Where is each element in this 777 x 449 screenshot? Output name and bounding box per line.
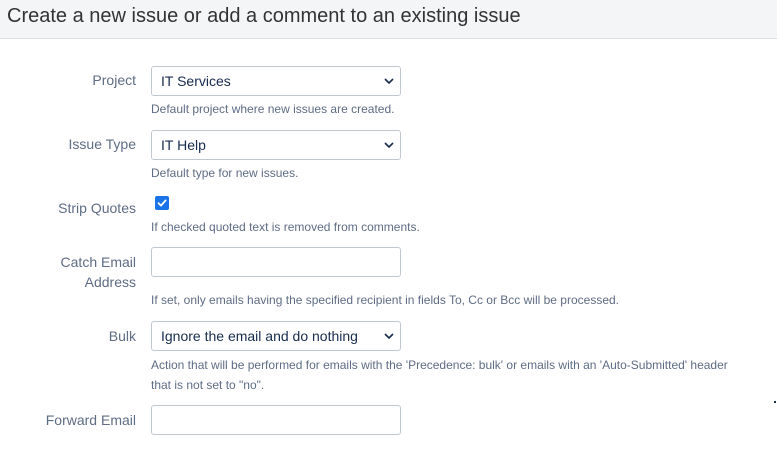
catch-email-description: If set, only emails having the specified…: [151, 293, 619, 307]
bulk-select-value: Ignore the email and do nothing: [161, 328, 358, 344]
bulk-description-line2: that is not set to "no".: [151, 378, 265, 392]
catch-email-label-line2: Address: [84, 274, 136, 290]
project-description: Default project where new issues are cre…: [151, 102, 395, 116]
issue-type-description: Default type for new issues.: [151, 166, 299, 180]
check-icon: [157, 199, 167, 207]
strip-quotes-checkbox[interactable]: [155, 196, 169, 210]
page-header: Create a new issue or add a comment to a…: [0, 0, 777, 39]
project-select-value: IT Services: [161, 73, 231, 89]
issue-type-select-value: IT Help: [161, 137, 206, 153]
bulk-label: Bulk: [108, 328, 136, 344]
chevron-down-icon: [384, 78, 394, 85]
issue-type-label: Issue Type: [68, 136, 136, 152]
forward-email-input[interactable]: [151, 405, 401, 435]
chevron-down-icon: [384, 142, 394, 149]
bulk-select[interactable]: Ignore the email and do nothing: [151, 321, 401, 351]
bulk-description-line1: Action that will be performed for emails…: [151, 358, 728, 372]
strip-quotes-label: Strip Quotes: [58, 200, 136, 216]
forward-email-label: Forward Email: [45, 412, 136, 428]
issue-type-select[interactable]: IT Help: [151, 130, 401, 160]
strip-quotes-description: If checked quoted text is removed from c…: [151, 220, 420, 234]
page-title: Create a new issue or add a comment to a…: [7, 5, 521, 27]
catch-email-label-line1: Catch Email: [60, 254, 136, 270]
stray-dot: [774, 401, 776, 403]
catch-email-input[interactable]: [151, 247, 401, 277]
project-select[interactable]: IT Services: [151, 66, 401, 96]
chevron-down-icon: [384, 333, 394, 340]
project-label: Project: [92, 72, 136, 88]
